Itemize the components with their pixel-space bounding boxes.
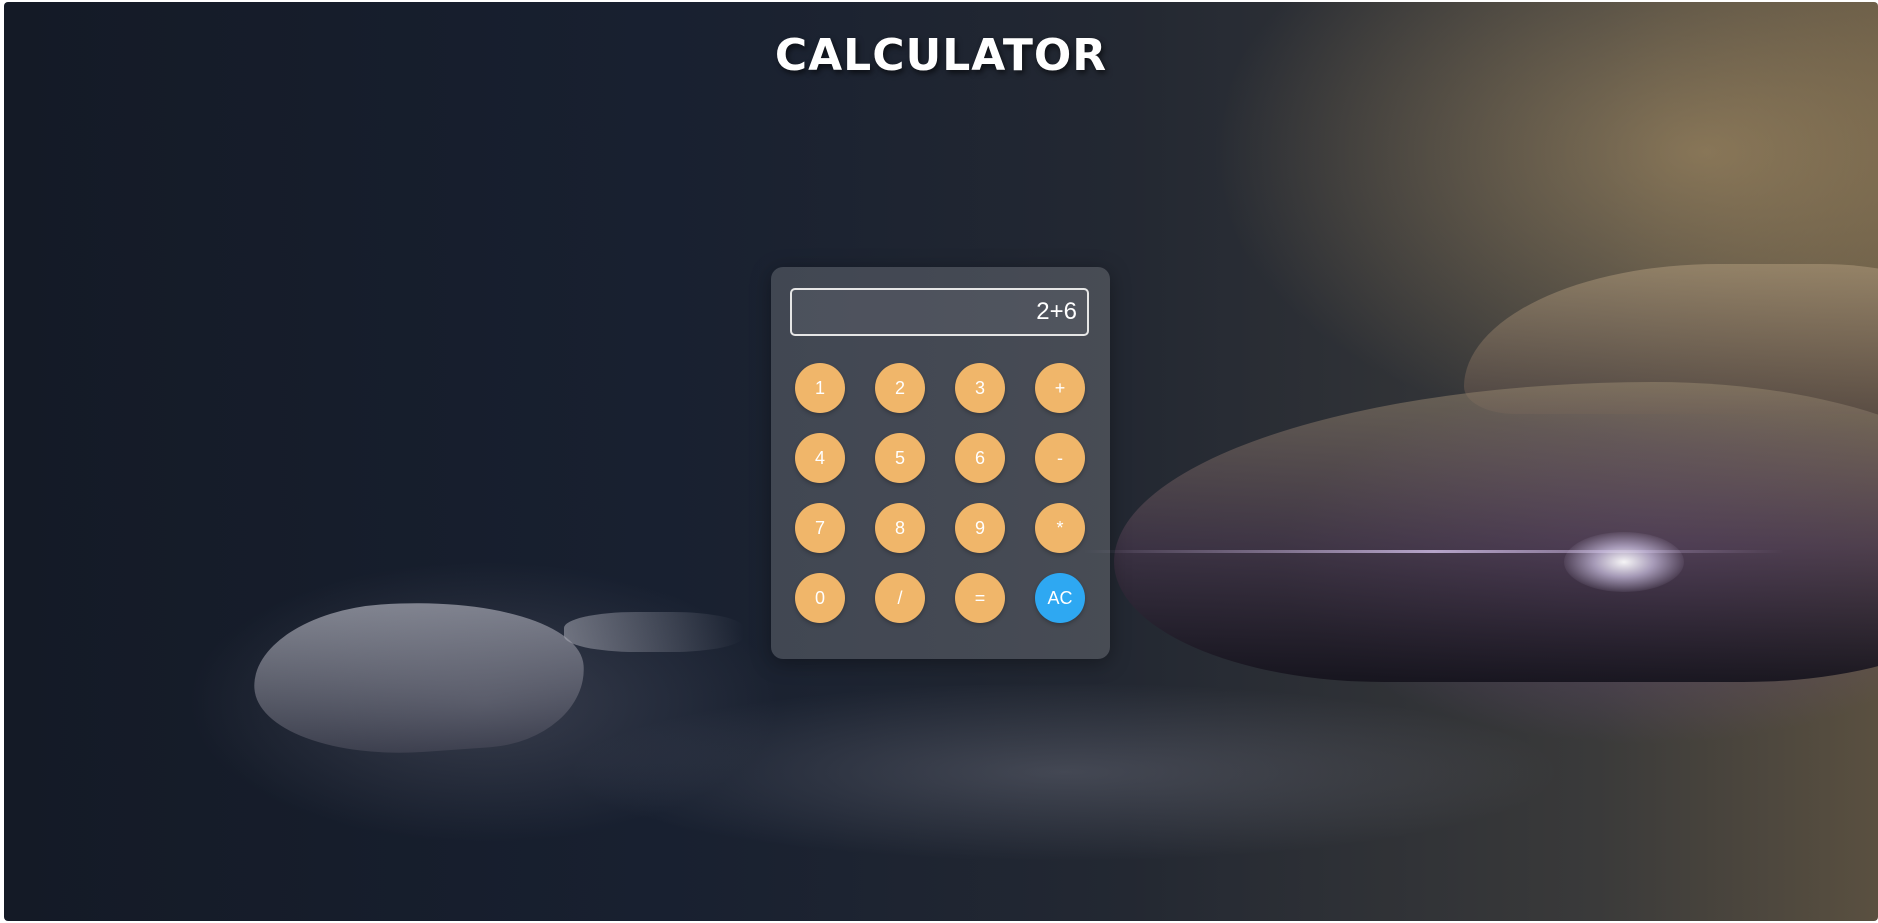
key-equals[interactable]: = xyxy=(955,573,1005,623)
key-divide[interactable]: / xyxy=(875,573,925,623)
key-6[interactable]: 6 xyxy=(955,433,1005,483)
key-4[interactable]: 4 xyxy=(795,433,845,483)
background-frame: CALCULATOR 1 2 3 + 4 5 6 - 7 8 9 * 0 / =… xyxy=(4,2,1878,921)
key-multiply[interactable]: * xyxy=(1035,503,1085,553)
background-horse-tail xyxy=(564,612,744,652)
key-8[interactable]: 8 xyxy=(875,503,925,553)
background-car xyxy=(1114,382,1878,682)
background-headlight xyxy=(1564,532,1684,592)
background-horse xyxy=(249,590,589,764)
background-dust xyxy=(564,682,1564,862)
key-2[interactable]: 2 xyxy=(875,363,925,413)
page-title: CALCULATOR xyxy=(774,30,1108,81)
key-1[interactable]: 1 xyxy=(795,363,845,413)
key-5[interactable]: 5 xyxy=(875,433,925,483)
calculator-panel: 1 2 3 + 4 5 6 - 7 8 9 * 0 / = AC xyxy=(771,267,1110,659)
key-3[interactable]: 3 xyxy=(955,363,1005,413)
key-clear[interactable]: AC xyxy=(1035,573,1085,623)
calculator-keypad: 1 2 3 + 4 5 6 - 7 8 9 * 0 / = AC xyxy=(795,363,1087,623)
key-0[interactable]: 0 xyxy=(795,573,845,623)
key-minus[interactable]: - xyxy=(1035,433,1085,483)
calculator-display[interactable] xyxy=(790,288,1089,336)
key-7[interactable]: 7 xyxy=(795,503,845,553)
key-9[interactable]: 9 xyxy=(955,503,1005,553)
key-plus[interactable]: + xyxy=(1035,363,1085,413)
